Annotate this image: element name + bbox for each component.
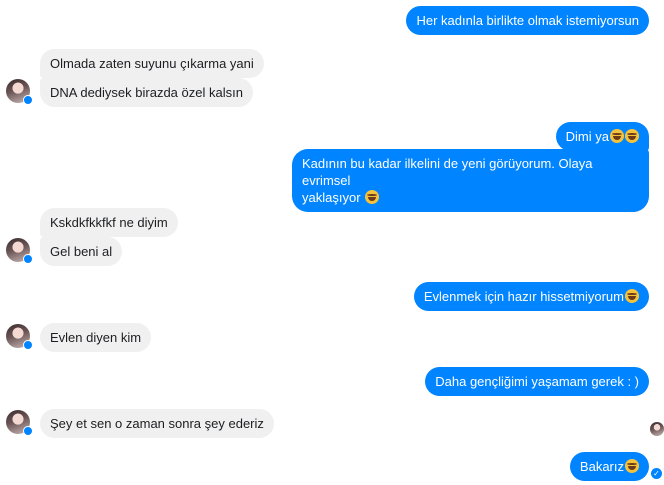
laughing-tears-emoji-icon <box>625 129 639 143</box>
incoming-message[interactable]: Olmada zaten suyunu çıkarma yani <box>40 49 264 78</box>
message-text: Kskdkfkkfkf ne diyim <box>50 215 168 230</box>
message-text: Dimi ya <box>565 129 609 144</box>
sent-check-icon: ✓ <box>651 468 662 479</box>
message-text: Daha gençliğimi yaşamam gerek : ) <box>435 374 639 389</box>
laughing-tears-emoji-icon <box>625 459 639 473</box>
message-text: Evlen diyen kim <box>50 330 142 345</box>
incoming-message[interactable]: DNA dediysek birazda özel kalsın <box>40 78 253 107</box>
message-text-line1: Kadının bu kadar ilkelini de yeni görüyo… <box>302 156 593 188</box>
outgoing-message[interactable]: Bakarız <box>569 452 649 481</box>
incoming-message[interactable]: Şey et sen o zaman sonra şey ederiz <box>40 409 274 438</box>
outgoing-message[interactable]: Daha gençliğimi yaşamam gerek : ) <box>425 367 649 396</box>
messenger-badge-icon <box>23 95 33 105</box>
message-text: Gel beni al <box>50 244 113 259</box>
messenger-badge-icon <box>23 254 33 264</box>
message-text: Şey et sen o zaman sonra şey ederiz <box>50 416 264 431</box>
outgoing-message[interactable]: Dimi ya <box>555 122 649 151</box>
laughing-tears-emoji-icon <box>610 129 624 143</box>
outgoing-message[interactable]: Kadının bu kadar ilkelini de yeni görüyo… <box>292 149 649 212</box>
contact-avatar[interactable] <box>6 410 33 436</box>
message-text: Olmada zaten suyunu çıkarma yani <box>50 56 254 71</box>
message-text: Evlenmek için hazır hissetmiyorum <box>423 289 624 304</box>
incoming-message[interactable]: Kskdkfkkfkf ne diyim <box>40 208 178 237</box>
laughing-tears-emoji-icon <box>365 190 380 204</box>
contact-avatar[interactable] <box>6 79 33 105</box>
contact-avatar[interactable] <box>6 238 33 264</box>
outgoing-message[interactable]: Evlenmek için hazır hissetmiyorum <box>413 282 649 311</box>
message-text: Her kadınla birlikte olmak istemiyorsun <box>416 13 639 28</box>
contact-avatar[interactable] <box>6 324 33 350</box>
messenger-badge-icon <box>23 340 33 350</box>
outgoing-message[interactable]: Her kadınla birlikte olmak istemiyorsun <box>406 6 649 35</box>
laughing-tears-emoji-icon <box>625 289 639 303</box>
messenger-badge-icon <box>23 426 33 436</box>
message-text: Bakarız <box>579 459 624 474</box>
message-text: DNA dediysek birazda özel kalsın <box>50 85 243 100</box>
incoming-message[interactable]: Gel beni al <box>40 237 123 266</box>
read-receipt-avatar <box>650 422 664 436</box>
message-text-line2: yaklaşıyor <box>302 190 361 205</box>
incoming-message[interactable]: Evlen diyen kim <box>40 323 152 352</box>
